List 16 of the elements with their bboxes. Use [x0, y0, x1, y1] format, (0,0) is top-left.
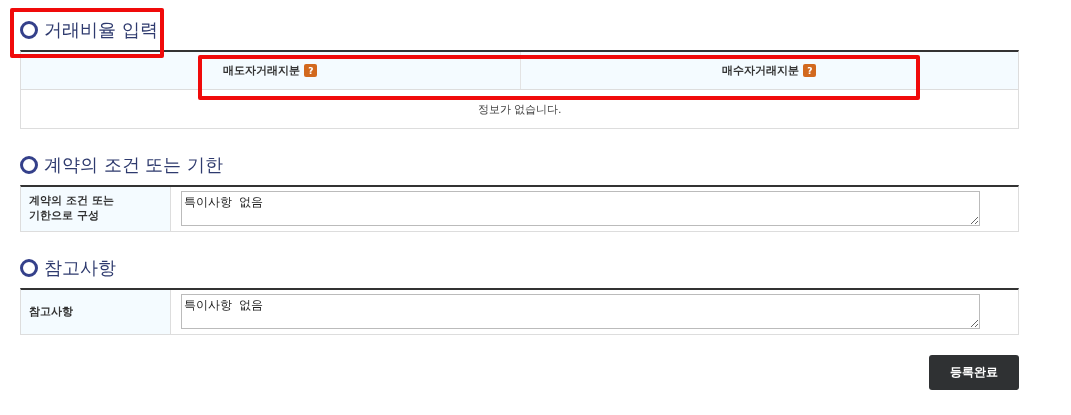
circle-icon [20, 21, 38, 39]
section-title: 거래비율 입력 [44, 18, 158, 42]
help-icon[interactable]: ? [304, 64, 318, 77]
text-area[interactable]: 특이사항 없음 [181, 191, 980, 226]
field-label: 계약의 조건 또는 기한으로 구성 [21, 187, 171, 231]
empty-message: 정보가 없습니다. [476, 101, 563, 118]
section-title: 계약의 조건 또는 기한 [44, 153, 224, 177]
help-icon[interactable]: ? [803, 64, 817, 77]
field-label: 참고사항 [21, 290, 171, 334]
text-area[interactable]: 특이사항 없음 [181, 294, 980, 329]
header-label: 매도자거래지분 [223, 63, 301, 78]
circle-icon [20, 259, 38, 277]
circle-icon [20, 156, 38, 174]
submit-button[interactable]: 등록완료 [929, 355, 1019, 390]
header-label: 매수자거래지분 [722, 63, 800, 78]
section-title: 참고사항 [44, 256, 116, 280]
